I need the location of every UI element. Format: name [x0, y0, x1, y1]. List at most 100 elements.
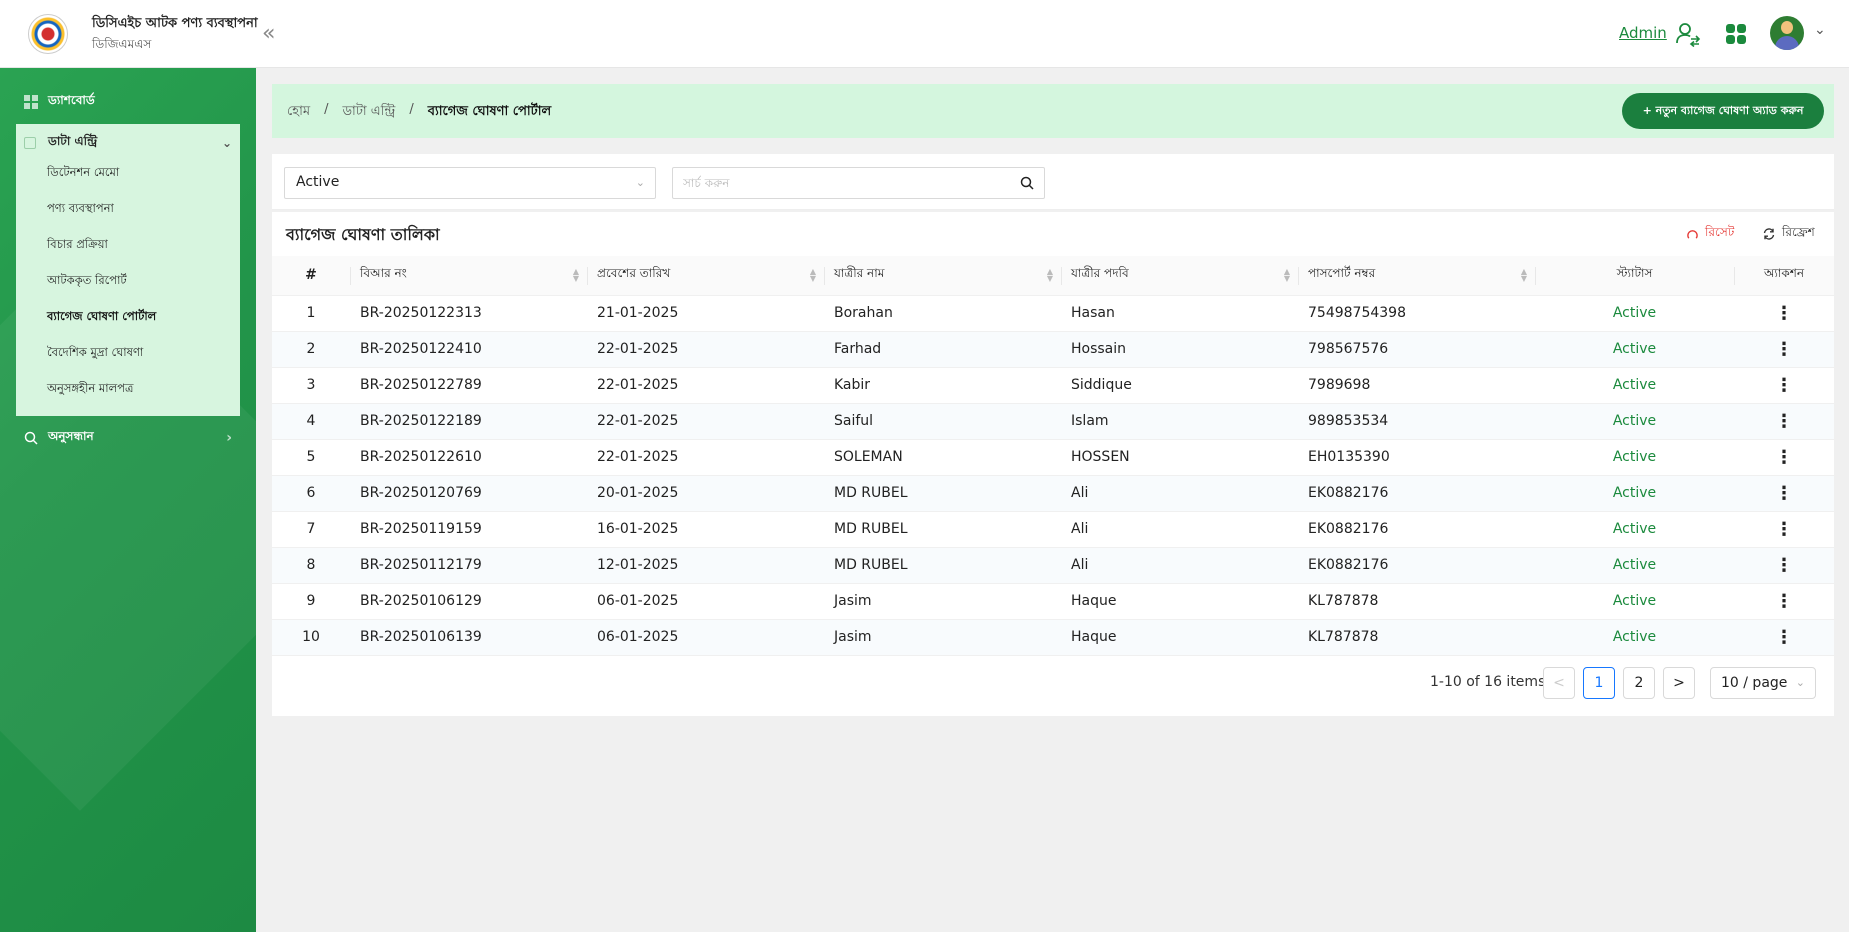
passenger-name: Farhad [824, 331, 1061, 368]
refresh-button[interactable]: রিফ্রেশ [1762, 224, 1815, 244]
passport-number: EK0882176 [1298, 475, 1535, 512]
column-header-index: # [272, 256, 350, 296]
reset-icon [1687, 229, 1698, 239]
collapse-sidebar-icon[interactable]: « [262, 21, 275, 46]
search-input[interactable] [673, 168, 993, 198]
more-vertical-icon[interactable]: ⋮ [1734, 295, 1834, 332]
table-row: 6 BR-20250120769 20-01-2025 MD RUBEL Ali EK08… [272, 475, 1834, 512]
passport-number: KL787878 [1298, 619, 1535, 656]
column-header-passenger-name[interactable]: যাত্রীর নাম ▲ ▼ [824, 256, 1061, 296]
passenger-title: Islam [1061, 403, 1298, 440]
refresh-icon [1763, 228, 1775, 240]
page-size-value: 10 / page [1721, 675, 1788, 691]
avatar[interactable] [1770, 16, 1804, 50]
sidebar-subitem-unaccompanied-baggage[interactable]: অনুসঙ্গহীন মালপত্র [47, 380, 133, 399]
user-name-link[interactable]: Admin [1619, 24, 1667, 42]
pagination-next-button[interactable]: > [1663, 667, 1695, 699]
table-row: 7 BR-20250119159 16-01-2025 MD RUBEL Ali EK08… [272, 511, 1834, 548]
sidebar-item-search[interactable]: অনুসন্ধান › [24, 428, 232, 448]
document-icon [24, 137, 36, 149]
more-vertical-icon[interactable]: ⋮ [1734, 547, 1834, 584]
column-header-passenger-title[interactable]: যাত্রীর পদবি ▲ ▼ [1061, 256, 1298, 296]
breadcrumb-home[interactable]: হোম [287, 102, 310, 123]
status-select-value: Active [296, 174, 340, 190]
app-subtitle: ডিজিএমএস [92, 37, 152, 51]
row-index: 2 [272, 331, 350, 368]
status-badge: Active [1535, 403, 1734, 440]
column-header-passport[interactable]: পাসপোর্ট নম্বর ▲ ▼ [1298, 256, 1535, 296]
add-baggage-declaration-button[interactable]: + নতুন ব্যাগেজ ঘোষণা অ্যাড করুন [1622, 93, 1824, 129]
refresh-label: রিফ্রেশ [1782, 225, 1815, 239]
row-index: 3 [272, 367, 350, 404]
top-header: ডিসিএইচ আটক পণ্য ব্যবস্থাপনা ডিজিএমএস « … [0, 0, 1849, 68]
user-switch-icon[interactable] [1675, 21, 1701, 47]
sidebar-group-data-entry: ডাটা এন্ট্রি ⌄ ডিটেনশন মেমো পণ্য ব্যবস্থ… [16, 124, 240, 416]
row-index: 4 [272, 403, 350, 440]
sidebar-subitem-baggage-portal[interactable]: ব্যাগেজ ঘোষণা পোর্টাল [47, 308, 156, 327]
sidebar-subitem-goods-management[interactable]: পণ্য ব্যবস্থাপনা [47, 200, 114, 219]
sidebar-item-label: অনুসন্ধান [48, 429, 94, 443]
table-row: 2 BR-20250122410 22-01-2025 Farhad Hossain 79… [272, 331, 1834, 368]
page-size-select[interactable]: 10 / page ⌄ [1710, 667, 1816, 699]
more-vertical-icon[interactable]: ⋮ [1734, 583, 1834, 620]
sort-icon: ▲ ▼ [1520, 267, 1527, 283]
breadcrumb-bar: হোম / ডাটা এন্ট্রি / ব্যাগেজ ঘোষণা পোর্ট… [272, 84, 1834, 138]
passport-number: EK0882176 [1298, 511, 1535, 548]
passenger-name: MD RUBEL [824, 511, 1061, 548]
chevron-down-icon: ⌄ [1795, 676, 1805, 689]
sidebar-subitem-detention-memo[interactable]: ডিটেনশন মেমো [47, 164, 119, 183]
sidebar-subitem-seized-report[interactable]: আটককৃত রিপোর্ট [47, 272, 127, 291]
br-number: BR-20250122313 [350, 295, 587, 332]
pagination-page-2[interactable]: 2 [1623, 667, 1655, 699]
search-box [672, 167, 1045, 199]
passenger-title: Ali [1061, 475, 1298, 512]
row-index: 6 [272, 475, 350, 512]
br-number: BR-20250122189 [350, 403, 587, 440]
apps-grid-icon[interactable] [1726, 24, 1746, 44]
row-index: 5 [272, 439, 350, 476]
status-select[interactable]: Active ⌄ [284, 167, 656, 199]
passenger-name: Borahan [824, 295, 1061, 332]
entry-date: 12-01-2025 [587, 547, 824, 584]
chevron-down-icon[interactable]: ⌄ [1814, 22, 1826, 38]
pagination-page-1[interactable]: 1 [1583, 667, 1615, 699]
more-vertical-icon[interactable]: ⋮ [1734, 331, 1834, 368]
passenger-name: Jasim [824, 583, 1061, 620]
row-index: 10 [272, 619, 350, 656]
br-number: BR-20250106139 [350, 619, 587, 656]
more-vertical-icon[interactable]: ⋮ [1734, 403, 1834, 440]
chevron-down-icon: ⌄ [221, 136, 232, 150]
pagination-prev-button[interactable]: < [1543, 667, 1575, 699]
baggage-table-card: ব্যাগেজ ঘোষণা তালিকা রিসেট রিফ্রেশ # বিআ… [272, 212, 1834, 716]
passenger-title: Ali [1061, 547, 1298, 584]
entry-date: 21-01-2025 [587, 295, 824, 332]
table-row: 8 BR-20250112179 12-01-2025 MD RUBEL Ali EK08… [272, 547, 1834, 584]
search-icon[interactable] [1020, 176, 1034, 190]
column-header-entry-date[interactable]: প্রবেশের তারিখ ▲ ▼ [587, 256, 824, 296]
passenger-name: Kabir [824, 367, 1061, 404]
sidebar-subitem-foreign-currency[interactable]: বৈদেশিক মুদ্রা ঘোষণা [47, 344, 143, 363]
passenger-title: Haque [1061, 619, 1298, 656]
br-number: BR-20250106129 [350, 583, 587, 620]
br-number: BR-20250122789 [350, 367, 587, 404]
sidebar-subitem-trial-process[interactable]: বিচার প্রক্রিয়া [47, 236, 108, 255]
app-title: ডিসিএইচ আটক পণ্য ব্যবস্থাপনা [92, 16, 258, 31]
sidebar-item-dashboard[interactable]: ড্যাশবোর্ড [24, 92, 95, 112]
table-row: 4 BR-20250122189 22-01-2025 Saiful Islam 9898… [272, 403, 1834, 440]
more-vertical-icon[interactable]: ⋮ [1734, 475, 1834, 512]
more-vertical-icon[interactable]: ⋮ [1734, 367, 1834, 404]
sort-icon: ▲ ▼ [1283, 267, 1290, 283]
passenger-name: Saiful [824, 403, 1061, 440]
sidebar-item-data-entry[interactable]: ডাটা এন্ট্রি ⌄ [24, 133, 232, 153]
column-header-action: অ্যাকশন [1734, 256, 1834, 296]
breadcrumb-separator: / [409, 102, 414, 117]
breadcrumb-data-entry[interactable]: ডাটা এন্ট্রি [342, 102, 395, 123]
status-badge: Active [1535, 547, 1734, 584]
reset-button[interactable]: রিসেট [1686, 224, 1734, 244]
column-header-br-no[interactable]: বিআর নং ▲ ▼ [350, 256, 587, 296]
sidebar-item-label: ডাটা এন্ট্রি [48, 134, 98, 148]
more-vertical-icon[interactable]: ⋮ [1734, 619, 1834, 656]
more-vertical-icon[interactable]: ⋮ [1734, 511, 1834, 548]
more-vertical-icon[interactable]: ⋮ [1734, 439, 1834, 476]
entry-date: 06-01-2025 [587, 619, 824, 656]
